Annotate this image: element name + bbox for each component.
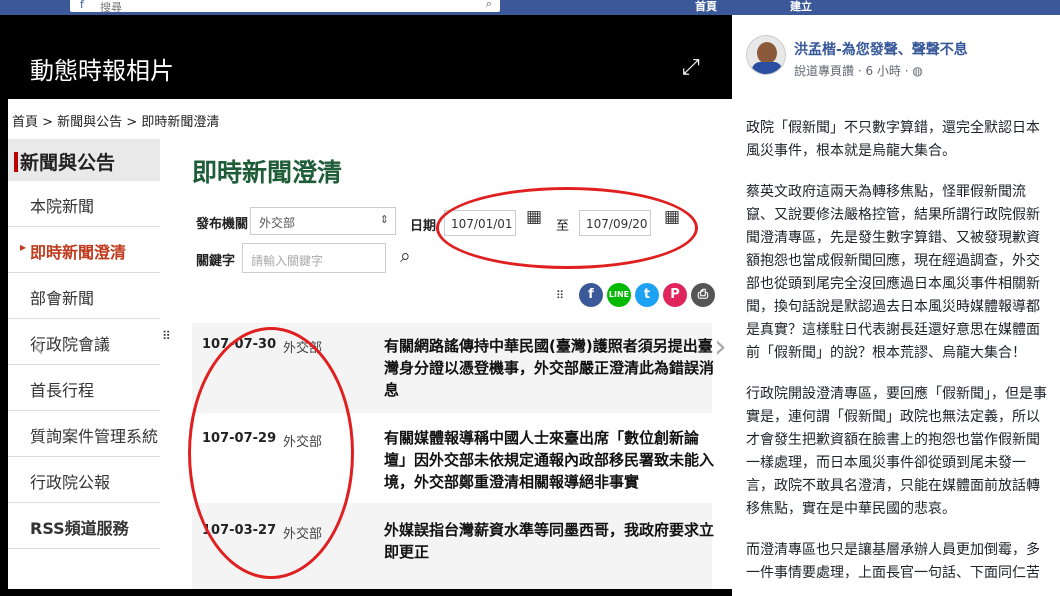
plurk-icon[interactable]: P <box>663 283 687 307</box>
sidebar-item-inquiry[interactable]: 質詢案件管理系統 <box>8 411 160 457</box>
facebook-logo-icon[interactable]: f <box>80 0 84 11</box>
viewer-title: 動態時報相片 <box>30 57 174 85</box>
select-arrow-icon: ⇕ <box>379 213 389 226</box>
keyword-input[interactable]: 請輸入關鍵字 <box>242 243 386 273</box>
sidebar-item-news[interactable]: 本院新聞 <box>8 181 160 227</box>
sidebar-item-label: 部會新聞 <box>30 289 95 308</box>
highlight-circle-date <box>436 187 698 269</box>
search-icon[interactable]: ⌕ <box>400 245 411 267</box>
photo-viewer: 動態時報相片 ⤢ 首頁 > 新聞與公告 > 即時新聞澄清 新聞與公告 本院新聞 … <box>0 15 732 596</box>
agency-select[interactable]: 外交部 ⇕ <box>250 207 396 235</box>
news-title-link[interactable]: 有關媒體報導稱中國人士來臺出席「數位創新論壇」因外交部未依規定通報內政部移民署致… <box>384 427 714 493</box>
globe-icon: ◍ <box>912 64 923 78</box>
agency-select-value: 外交部 <box>259 216 296 230</box>
post-paragraph: 蔡英文政府這兩天為轉移焦點，怪罪假新聞流竄、又說要修法嚴格控管，結果所謂行政院假… <box>746 184 1040 361</box>
highlight-circle-rows <box>188 327 354 579</box>
agency-label: 發布機關 <box>196 217 249 232</box>
sidebar-item-label: RSS頻道服務 <box>30 519 129 538</box>
search-input[interactable]: f 搜尋 ⌕ <box>70 0 500 14</box>
sidebar-item-label: 即時新聞澄清 <box>30 243 127 262</box>
nav-home-link[interactable]: 首頁 <box>695 0 717 14</box>
line-icon[interactable]: LINE <box>607 283 631 307</box>
expand-icon[interactable]: ⤢ <box>682 55 700 80</box>
sidebar-item-gazette[interactable]: 行政院公報 <box>8 457 160 503</box>
breadcrumb: 首頁 > 新聞與公告 > 即時新聞澄清 <box>12 115 220 130</box>
twitter-icon[interactable]: t <box>635 283 659 307</box>
page-title: 即時新聞澄清 <box>192 158 343 187</box>
nav-create-link[interactable]: 建立 <box>790 0 812 14</box>
post-meta: 說道專頁讚 · 6 小時 · ◍ <box>794 62 923 79</box>
post-author[interactable]: 洪孟楷-為您發聲、聲聲不息 <box>794 39 968 59</box>
search-icon[interactable]: ⌕ <box>486 0 492 11</box>
avatar[interactable] <box>746 35 786 75</box>
photo-content: 首頁 > 新聞與公告 > 即時新聞澄清 新聞與公告 本院新聞 ▸ 即時新聞澄清 部… <box>8 99 732 589</box>
grid-menu-icon[interactable]: ⠿ <box>556 289 564 302</box>
post-body: 政院「假新聞」不只數字算錯，還完全默認日本風災事件，根本就是烏龍大集合。 蔡英文… <box>746 117 1052 596</box>
facebook-icon[interactable]: f <box>579 283 603 307</box>
post-meta-text: 說道專頁讚 · 6 小時 · <box>794 64 909 78</box>
sidebar-item-rss[interactable]: RSS頻道服務 <box>8 503 160 549</box>
print-icon[interactable]: ⎙ <box>691 283 715 307</box>
keyword-label: 關鍵字 <box>196 254 236 269</box>
sidebar-heading-label: 新聞與公告 <box>20 152 116 174</box>
post-panel: 洪孟楷-為您發聲、聲聲不息 說道專頁讚 · 6 小時 · ◍ 政院「假新聞」不只… <box>732 15 1060 596</box>
sidebar-item-label: 本院新聞 <box>30 197 95 216</box>
date-label: 日期 <box>410 219 437 234</box>
sidebar-item-schedule[interactable]: 首長行程 <box>8 365 160 411</box>
keyword-placeholder: 請輸入關鍵字 <box>251 254 324 268</box>
avatar-body <box>752 62 782 74</box>
sidebar-item-label: 首長行程 <box>30 381 95 400</box>
chevron-right-icon: ▸ <box>20 240 27 254</box>
sidebar-heading: 新聞與公告 <box>8 139 160 181</box>
news-title-link[interactable]: 外媒誤指台灣薪資水準等同墨西哥，我政府要求立即更正 <box>384 519 714 563</box>
post-paragraph: 行政院開設澄清專區，要回應「假新聞」，但是事實是，連何謂「假新聞」政院也無法定義… <box>746 386 1047 517</box>
post-paragraph: 而澄清專區也只是讓基層承辦人員更加倒霉，多一件事情要處理，上面長官一句話、下面同… <box>746 542 1040 581</box>
avatar-head <box>757 42 777 64</box>
facebook-top-bar: f 搜尋 ⌕ 首頁 建立 <box>0 0 1060 15</box>
search-placeholder: 搜尋 <box>100 1 122 14</box>
sidebar-item-clarification[interactable]: ▸ 即時新聞澄清 <box>8 227 160 273</box>
news-title-link[interactable]: 有關網路謠傳持中華民國(臺灣)護照者須另提出臺灣身分證以憑登機事，外交部嚴正澄清… <box>384 335 714 401</box>
sidebar: 新聞與公告 本院新聞 ▸ 即時新聞澄清 部會新聞 行政院會議 首長行程 質詢案件管… <box>8 139 160 589</box>
sidebar-heading-bar <box>14 152 18 172</box>
sidebar-item-cabinet-meeting[interactable]: 行政院會議 <box>8 319 160 365</box>
drag-handle-icon: ⠿ <box>162 329 171 343</box>
sidebar-item-label: 行政院公報 <box>30 473 111 492</box>
sidebar-item-ministry-news[interactable]: 部會新聞 <box>8 273 160 319</box>
post-paragraph: 政院「假新聞」不只數字算錯，還完全默認日本風災事件，根本就是烏龍大集合。 <box>746 120 1040 159</box>
sidebar-item-label: 質詢案件管理系統 <box>30 427 159 446</box>
next-photo-icon[interactable]: › <box>714 327 727 365</box>
previous-photo-icon[interactable]: ‹ <box>32 327 45 365</box>
